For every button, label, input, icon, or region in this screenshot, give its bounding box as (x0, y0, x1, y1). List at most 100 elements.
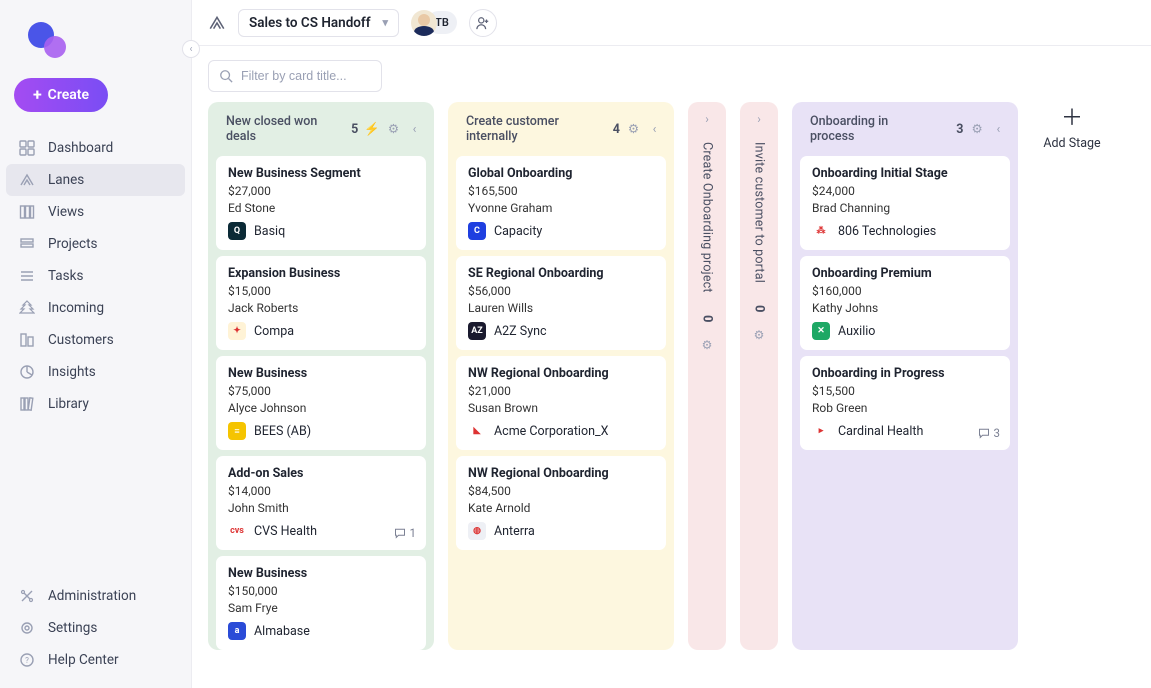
library-icon (18, 395, 36, 413)
sidebar-item-help[interactable]: ? Help Center (6, 644, 185, 676)
sidebar-item-views[interactable]: Views (6, 196, 185, 228)
insights-icon (18, 363, 36, 381)
add-collaborator-button[interactable] (469, 9, 497, 37)
tasks-icon (18, 267, 36, 285)
card[interactable]: NW Regional Onboarding$21,000Susan Brown… (456, 356, 666, 450)
column-cards: Global Onboarding$165,500Yvonne GrahamCC… (456, 156, 666, 550)
create-button[interactable]: + Create (14, 78, 108, 112)
topbar: Sales to CS Handoff ▾ TB (192, 0, 1151, 46)
company-name: Capacity (494, 224, 542, 239)
add-stage-button[interactable]: ＋ Add Stage (1032, 102, 1112, 151)
company-name: CVS Health (254, 524, 317, 539)
sidebar-item-label: Tasks (48, 268, 83, 284)
card-owner: Yvonne Graham (468, 201, 654, 215)
chevron-left-icon[interactable]: ‹ (647, 122, 662, 137)
sidebar-item-library[interactable]: Library (6, 388, 185, 420)
card-amount: $75,000 (228, 384, 414, 398)
nav-main: Dashboard Lanes Views Projects Tasks (6, 132, 185, 420)
column-title: Create Onboarding project (700, 142, 715, 293)
sidebar-item-label: Help Center (48, 652, 119, 668)
card[interactable]: SE Regional Onboarding$56,000Lauren Will… (456, 256, 666, 350)
card-title: New Business (228, 566, 414, 581)
card[interactable]: New Business$150,000Sam FryeaAlmabase (216, 556, 426, 650)
sidebar-item-incoming[interactable]: Incoming (6, 292, 185, 324)
sidebar-item-insights[interactable]: Insights (6, 356, 185, 388)
projects-icon (18, 235, 36, 253)
sidebar-item-lanes[interactable]: Lanes (6, 164, 185, 196)
card-title: Add-on Sales (228, 466, 414, 481)
sidebar-item-label: Insights (48, 364, 96, 380)
card[interactable]: Onboarding in Progress$15,500Rob Green▸C… (800, 356, 1010, 450)
chevron-left-icon[interactable]: ‹ (407, 122, 422, 137)
admin-icon (18, 587, 36, 605)
sidebar-item-administration[interactable]: Administration (6, 580, 185, 612)
column-count: 0 (752, 305, 767, 312)
sidebar-item-projects[interactable]: Projects (6, 228, 185, 260)
bolt-icon[interactable]: ⚡ (364, 122, 380, 137)
plus-icon: + (33, 87, 42, 103)
card[interactable]: Add-on Sales$14,000John SmithcvsCVS Heal… (216, 456, 426, 550)
card-amount: $14,000 (228, 484, 414, 498)
card-title: Onboarding Initial Stage (812, 166, 998, 181)
column-header: Create customer internally 4 ⚙ ‹ (456, 110, 666, 150)
card[interactable]: New Business Segment$27,000Ed StoneQBasi… (216, 156, 426, 250)
column-title: Create customer internally (466, 114, 605, 144)
column-count: 3 (956, 122, 963, 137)
card[interactable]: Onboarding Premium$160,000Kathy Johns✕Au… (800, 256, 1010, 350)
sidebar-item-dashboard[interactable]: Dashboard (6, 132, 185, 164)
add-stage-label: Add Stage (1043, 136, 1100, 151)
card[interactable]: New Business$75,000Alyce Johnson≡BEES (A… (216, 356, 426, 450)
card-owner: Kate Arnold (468, 501, 654, 515)
sidebar-item-customers[interactable]: Customers (6, 324, 185, 356)
card-amount: $15,000 (228, 284, 414, 298)
card-owner: Ed Stone (228, 201, 414, 215)
gear-icon[interactable]: ⚙ (386, 121, 401, 137)
card[interactable]: Expansion Business$15,000Jack Roberts✦Co… (216, 256, 426, 350)
column-create-customer: Create customer internally 4 ⚙ ‹ Global … (448, 102, 674, 650)
main-area: Sales to CS Handoff ▾ TB New closed won … (192, 0, 1151, 688)
card-owner: John Smith (228, 501, 414, 515)
sidebar-item-settings[interactable]: Settings (6, 612, 185, 644)
user-avatar[interactable] (411, 10, 437, 36)
lanes-icon (18, 171, 36, 189)
sidebar-item-label: Dashboard (48, 140, 113, 156)
card-title: Expansion Business (228, 266, 414, 281)
gear-icon[interactable]: ⚙ (626, 121, 641, 137)
sidebar-item-tasks[interactable]: Tasks (6, 260, 185, 292)
company-logo-icon: ⁂ (812, 222, 830, 240)
card-owner: Sam Frye (228, 601, 414, 615)
card[interactable]: Onboarding Initial Stage$24,000Brad Chan… (800, 156, 1010, 250)
lane-selector[interactable]: Sales to CS Handoff ▾ (238, 9, 399, 37)
search-input-wrapper[interactable] (208, 60, 382, 92)
company-name: Auxilio (838, 324, 875, 339)
company-name: Acme Corporation_X (494, 424, 608, 439)
sidebar-item-label: Settings (48, 620, 97, 636)
gear-icon: ⚙ (754, 328, 765, 342)
comment-count: 1 (410, 526, 416, 540)
card-owner: Lauren Wills (468, 301, 654, 315)
sidebar-item-label: Customers (48, 332, 114, 348)
gear-icon[interactable]: ⚙ (969, 121, 984, 137)
card-owner: Rob Green (812, 401, 998, 415)
chevron-left-icon[interactable]: ‹ (991, 122, 1006, 137)
card-owner: Kathy Johns (812, 301, 998, 315)
comment-indicator[interactable]: 1 (394, 526, 416, 540)
search-input[interactable] (241, 69, 402, 83)
lane-name: Sales to CS Handoff (249, 15, 371, 31)
collapse-sidebar-handle[interactable]: ‹ (182, 40, 200, 58)
app-logo (26, 22, 66, 62)
sidebar-item-label: Administration (48, 588, 136, 604)
column-collapsed-create-onboarding[interactable]: › Create Onboarding project 0 ⚙ (688, 102, 726, 650)
company-logo-icon: ✦ (228, 322, 246, 340)
column-count: 5 (351, 122, 358, 137)
column-collapsed-invite-customer[interactable]: › Invite customer to portal 0 ⚙ (740, 102, 778, 650)
card[interactable]: NW Regional Onboarding$84,500Kate Arnold… (456, 456, 666, 550)
column-header: Onboarding in process 3 ⚙ ‹ (800, 110, 1010, 150)
svg-text:?: ? (25, 656, 29, 665)
gear-icon: ⚙ (702, 338, 713, 352)
comment-indicator[interactable]: 3 (978, 426, 1000, 440)
card[interactable]: Global Onboarding$165,500Yvonne GrahamCC… (456, 156, 666, 250)
company-name: Compa (254, 324, 294, 339)
card-company: ⁂806 Technologies (812, 222, 998, 240)
card-amount: $24,000 (812, 184, 998, 198)
